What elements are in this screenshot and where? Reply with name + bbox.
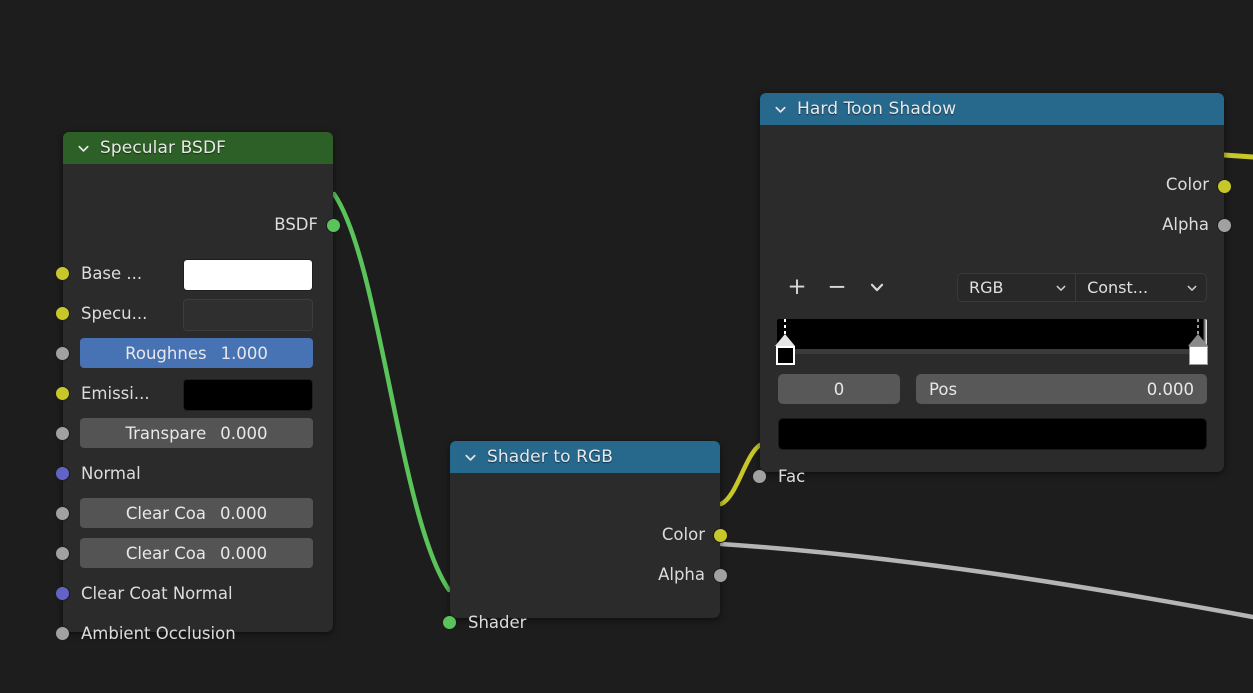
input-label-base-color: Base ... <box>81 263 143 283</box>
socket-input-base-color[interactable] <box>55 266 70 281</box>
socket-input-transparency[interactable] <box>55 426 70 441</box>
color-field-emission[interactable] <box>183 379 313 411</box>
node-specular-bsdf[interactable]: Specular BSDF BSDF Base ... Specu... Rou… <box>55 132 341 643</box>
stop-handle-triangle <box>775 334 795 346</box>
output-label-bsdf: BSDF <box>274 215 318 234</box>
input-label-specular: Specu... <box>81 303 148 323</box>
output-label-hts-color: Color <box>1165 175 1209 194</box>
stop-color-box <box>776 346 795 365</box>
slider-clear-coat-2[interactable]: Clear Coa 0.000 <box>80 538 313 568</box>
row-normal: Normal <box>81 461 141 485</box>
socket-input-clear-coat-1[interactable] <box>55 506 70 521</box>
socket-output-hts-color[interactable] <box>1217 179 1232 194</box>
color-mode-value: RGB <box>969 278 1004 297</box>
slider-value-roughness: 1.000 <box>220 343 268 363</box>
stop-color-box <box>1189 346 1208 365</box>
stop-position-field[interactable]: Pos 0.000 <box>916 374 1207 404</box>
stop-position-label: Pos <box>929 379 958 399</box>
color-ramp-gradient[interactable] <box>777 319 1207 352</box>
socket-output-color[interactable] <box>713 528 728 543</box>
color-field-specular[interactable] <box>183 299 313 331</box>
node-shader-to-rgb[interactable]: Shader to RGB Color Alpha Shader <box>442 441 728 632</box>
input-label-fac: Fac <box>778 466 806 486</box>
slider-label-roughness: Roughnes <box>125 343 207 363</box>
input-label-shader: Shader <box>468 612 527 632</box>
slider-roughness[interactable]: Roughnes 1.000 <box>80 338 313 368</box>
slider-value-clear-coat-1: 0.000 <box>219 503 268 523</box>
node-header-hard-toon-shadow[interactable]: Hard Toon Shadow <box>760 93 1224 125</box>
socket-input-normal[interactable] <box>55 466 70 481</box>
color-ramp-track <box>777 349 1207 354</box>
row-shader-input: Shader <box>468 610 526 634</box>
socket-input-clear-coat-2[interactable] <box>55 546 70 561</box>
input-label-normal: Normal <box>81 463 141 483</box>
slider-label-clear-coat-2: Clear Coa <box>125 543 206 563</box>
row-clear-coat-normal: Clear Coat Normal <box>81 581 233 605</box>
output-label-color: Color <box>661 525 705 544</box>
color-ramp-dropdowns: RGB Const... <box>957 273 1207 302</box>
output-label-alpha: Alpha <box>658 565 705 584</box>
chevron-down-icon <box>1187 285 1197 291</box>
chevron-down-icon <box>870 283 884 292</box>
socket-input-fac[interactable] <box>752 469 767 484</box>
socket-output-hts-alpha[interactable] <box>1217 218 1232 233</box>
socket-input-emission[interactable] <box>55 386 70 401</box>
color-mode-dropdown[interactable]: RGB <box>958 274 1075 301</box>
active-stop-index-field[interactable]: 0 <box>778 374 900 404</box>
chevron-down-icon <box>1056 285 1066 291</box>
socket-output-bsdf[interactable] <box>326 218 341 233</box>
node-editor-canvas[interactable]: Specular BSDF BSDF Base ... Specu... Rou… <box>0 0 1253 693</box>
active-stop-index-value: 0 <box>833 379 845 399</box>
input-label-clear-coat-normal: Clear Coat Normal <box>81 583 233 603</box>
input-label-emission: Emissi... <box>81 383 150 403</box>
slider-label-transparency: Transpare <box>125 423 207 443</box>
node-title-hard-toon-shadow: Hard Toon Shadow <box>797 99 957 119</box>
node-header-specular-bsdf[interactable]: Specular BSDF <box>63 132 333 164</box>
row-ambient-occlusion: Ambient Occlusion <box>81 621 236 645</box>
slider-value-transparency: 0.000 <box>220 423 268 443</box>
chevron-down-icon[interactable] <box>463 450 478 465</box>
link-alpha-offscreen <box>718 541 1253 620</box>
active-stop-color-field[interactable] <box>778 418 1207 450</box>
link-htscolor-offscreen <box>1221 152 1253 160</box>
socket-input-shader[interactable] <box>442 615 457 630</box>
slider-label-clear-coat-1: Clear Coa <box>125 503 206 523</box>
add-stop-button[interactable]: + <box>777 273 817 301</box>
output-label-hts-alpha: Alpha <box>1162 215 1209 234</box>
row-emission: Emissi... <box>81 381 150 405</box>
row-specular: Specu... <box>81 301 147 325</box>
node-title-shader-to-rgb: Shader to RGB <box>487 447 614 467</box>
slider-clear-coat-1[interactable]: Clear Coa 0.000 <box>80 498 313 528</box>
socket-input-ambient-occlusion[interactable] <box>55 626 70 641</box>
link-bsdf-to-shader <box>331 191 452 593</box>
interpolation-value: Const... <box>1087 278 1149 297</box>
input-label-ambient-occlusion: Ambient Occlusion <box>81 623 236 643</box>
slider-transparency[interactable]: Transpare 0.000 <box>80 418 313 448</box>
node-hard-toon-shadow[interactable]: Hard Toon Shadow Color Alpha + − RGB Con… <box>752 93 1232 486</box>
socket-input-specular[interactable] <box>55 306 70 321</box>
socket-input-clear-coat-normal[interactable] <box>55 586 70 601</box>
interpolation-dropdown[interactable]: Const... <box>1075 274 1206 301</box>
slider-value-clear-coat-2: 0.000 <box>219 543 268 563</box>
stop-handle-triangle <box>1188 334 1208 346</box>
color-ramp-toolbar: + − <box>777 273 897 301</box>
socket-output-alpha[interactable] <box>713 568 728 583</box>
chevron-down-icon[interactable] <box>76 141 91 156</box>
node-title-specular-bsdf: Specular BSDF <box>100 138 227 158</box>
chevron-down-icon[interactable] <box>773 102 788 117</box>
socket-input-roughness[interactable] <box>55 346 70 361</box>
remove-stop-button[interactable]: − <box>817 273 857 301</box>
node-header-shader-to-rgb[interactable]: Shader to RGB <box>450 441 720 473</box>
ramp-menu-button[interactable] <box>857 273 897 301</box>
row-fac: Fac <box>778 464 805 488</box>
row-base-color: Base ... <box>81 261 142 285</box>
stop-position-value: 0.000 <box>1146 379 1194 399</box>
color-field-base-color[interactable] <box>183 259 313 291</box>
